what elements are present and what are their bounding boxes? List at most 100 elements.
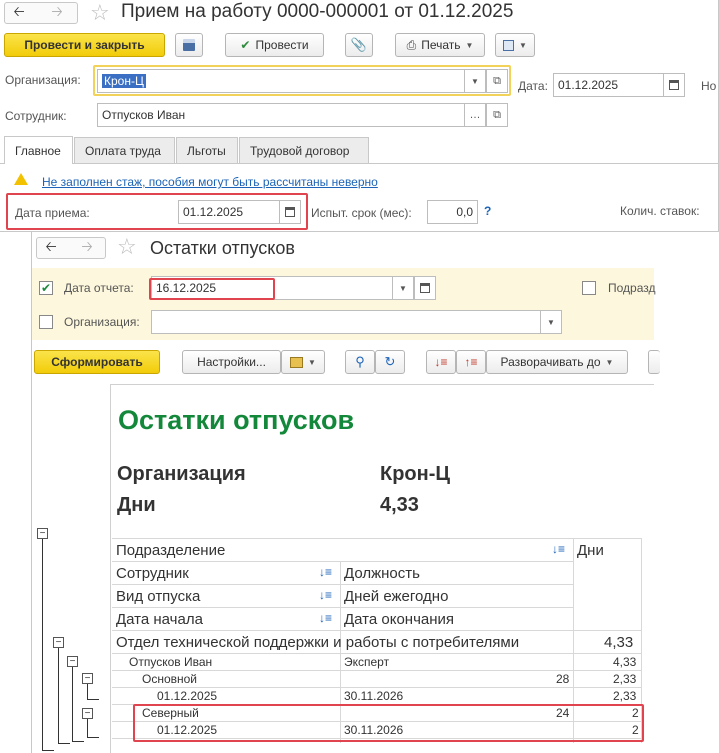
- grid-v1: [340, 561, 341, 743]
- hire-date-input[interactable]: 01.12.2025: [178, 200, 280, 224]
- hire-date-calendar-button[interactable]: [279, 200, 301, 224]
- tree-line-4b-bottom: [87, 737, 99, 738]
- settings-button[interactable]: Настройки...: [182, 350, 281, 374]
- sort-employee-icon[interactable]: ↓≡: [319, 565, 332, 579]
- date-input[interactable]: 01.12.2025: [553, 73, 664, 97]
- more-button-cut[interactable]: [648, 350, 660, 374]
- main-days: 2,33: [613, 672, 637, 686]
- report-window: 🡠 🡢 ☆ Остатки отпусков ✔ Дата отчета: 16…: [31, 232, 660, 753]
- forward-arrow-icon[interactable]: 🡢: [44, 3, 70, 23]
- find-next-button[interactable]: ↻: [375, 350, 405, 374]
- probation-label: Испыт. срок (мес):: [311, 206, 412, 220]
- chevron-down-icon: ▼: [547, 317, 555, 327]
- sort-ascending-icon: ↓≡: [434, 355, 448, 369]
- report-variant-icon: [290, 356, 304, 368]
- save-button[interactable]: [175, 33, 203, 57]
- org-input[interactable]: Крон-Ц: [97, 69, 465, 93]
- post-and-close-button[interactable]: Провести и закрыть: [4, 33, 165, 57]
- org-dropdown-button[interactable]: ▼: [464, 69, 486, 93]
- main-period-days: 2,33: [613, 689, 637, 703]
- tab-contract[interactable]: Трудовой договор: [239, 137, 369, 163]
- date-value: 01.12.2025: [558, 78, 619, 92]
- favorite-star-icon[interactable]: ☆: [117, 234, 137, 260]
- report-date-dropdown-button[interactable]: ▼: [392, 276, 414, 300]
- report-org-checkbox[interactable]: [39, 315, 53, 329]
- probation-value: 0,0: [456, 205, 473, 219]
- main-days-per-year: 28: [556, 672, 570, 686]
- header-days-per-year: Дней ежегодно: [344, 588, 449, 605]
- report-heading: Остатки отпусков: [118, 405, 355, 435]
- help-icon[interactable]: ?: [484, 204, 491, 218]
- sort-start-date-icon[interactable]: ↓≡: [319, 611, 332, 625]
- report-date-checkbox[interactable]: ✔: [39, 281, 53, 295]
- sort-vacation-type-icon[interactable]: ↓≡: [319, 588, 332, 602]
- tree-line-4a-bottom: [87, 699, 99, 700]
- warning-link[interactable]: Не заполнен стаж, пособия могут быть рас…: [42, 175, 378, 189]
- employee-input[interactable]: Отпусков Иван: [97, 103, 465, 127]
- create-based-on-button[interactable]: ▼: [495, 33, 535, 57]
- doc-window-title: Прием на работу 0000-000001 от 01.12.202…: [121, 1, 514, 22]
- header-vacation-type: Вид отпуска: [116, 588, 201, 605]
- chevron-down-icon: ▼: [465, 40, 474, 50]
- chevron-down-icon: ▼: [519, 40, 527, 50]
- collapse-north-toggle[interactable]: −: [82, 708, 93, 719]
- print-button[interactable]: ⎙ Печать ▼: [395, 33, 485, 57]
- tab-payment[interactable]: Оплата труда: [74, 137, 175, 163]
- generate-button[interactable]: Сформировать: [34, 350, 160, 374]
- find-button[interactable]: ⚲: [345, 350, 375, 374]
- favorite-star-icon[interactable]: ☆: [90, 0, 110, 26]
- report-org-caption: Организация: [117, 463, 246, 485]
- report-org-dropdown-button[interactable]: ▼: [540, 310, 562, 334]
- header-days: Дни: [577, 542, 604, 559]
- sort-asc-button[interactable]: ↓≡: [426, 350, 456, 374]
- warning-icon: [14, 173, 28, 185]
- chevron-down-icon: ▼: [471, 76, 479, 86]
- employee-open-button[interactable]: ⧉: [486, 103, 508, 127]
- employee-select-button[interactable]: …: [464, 103, 486, 127]
- hire-date-label: Дата приема:: [15, 206, 90, 220]
- hire-date-value: 01.12.2025: [183, 205, 244, 219]
- expand-to-button[interactable]: Разворачивать до ▼: [486, 350, 628, 374]
- probation-input[interactable]: 0,0: [427, 200, 478, 224]
- collapse-dept-toggle[interactable]: −: [53, 637, 64, 648]
- grid-v3: [641, 538, 642, 743]
- subdivision-checkbox[interactable]: [582, 281, 596, 295]
- grid-h-emp: [112, 670, 642, 671]
- back-arrow-icon[interactable]: 🡠: [38, 238, 64, 258]
- sort-desc-button[interactable]: ↑≡: [456, 350, 486, 374]
- report-date-label: Дата отчета:: [64, 281, 134, 295]
- grid-h-bottom: [112, 738, 642, 739]
- doc-window: 🡠 🡢 ☆ Прием на работу 0000-000001 от 01.…: [0, 0, 719, 232]
- tree-line-3-bottom: [72, 741, 84, 742]
- collapse-report-toggle[interactable]: −: [37, 528, 48, 539]
- grid-h-main-dates: [112, 704, 642, 705]
- tab-benefits[interactable]: Льготы: [176, 137, 238, 163]
- magnifier-icon: ⚲: [355, 354, 365, 369]
- forward-arrow-icon[interactable]: 🡢: [74, 238, 100, 258]
- date-calendar-button[interactable]: [663, 73, 685, 97]
- open-link-icon: ⧉: [493, 108, 501, 121]
- org-open-button[interactable]: ⧉: [486, 69, 508, 93]
- grid-h-dept: [112, 653, 642, 654]
- settings-label: Настройки...: [197, 355, 266, 369]
- main-start-date: 01.12.2025: [157, 689, 218, 703]
- collapse-emp-toggle[interactable]: −: [67, 656, 78, 667]
- back-arrow-icon[interactable]: 🡠: [6, 3, 32, 23]
- report-date-input[interactable]: 16.12.2025: [151, 276, 393, 300]
- attach-button[interactable]: 📎: [345, 33, 373, 57]
- main-vacation-type: Основной: [142, 672, 198, 686]
- variants-button[interactable]: ▼: [281, 350, 325, 374]
- post-button[interactable]: ✔ Провести: [225, 33, 324, 57]
- ellipsis-icon: …: [469, 109, 481, 121]
- open-link-icon: ⧉: [493, 74, 501, 87]
- tab-payment-label: Оплата труда: [85, 143, 161, 158]
- calendar-icon: [285, 207, 295, 217]
- tree-line-4a: [87, 683, 88, 700]
- chevron-down-icon: ▼: [605, 357, 614, 367]
- sort-subdivision-icon[interactable]: ↓≡: [552, 542, 565, 556]
- grid-h-main: [112, 687, 642, 688]
- report-org-input[interactable]: [151, 310, 541, 334]
- report-date-calendar-button[interactable]: [414, 276, 436, 300]
- tab-main[interactable]: Главное: [4, 136, 73, 164]
- collapse-main-toggle[interactable]: −: [82, 673, 93, 684]
